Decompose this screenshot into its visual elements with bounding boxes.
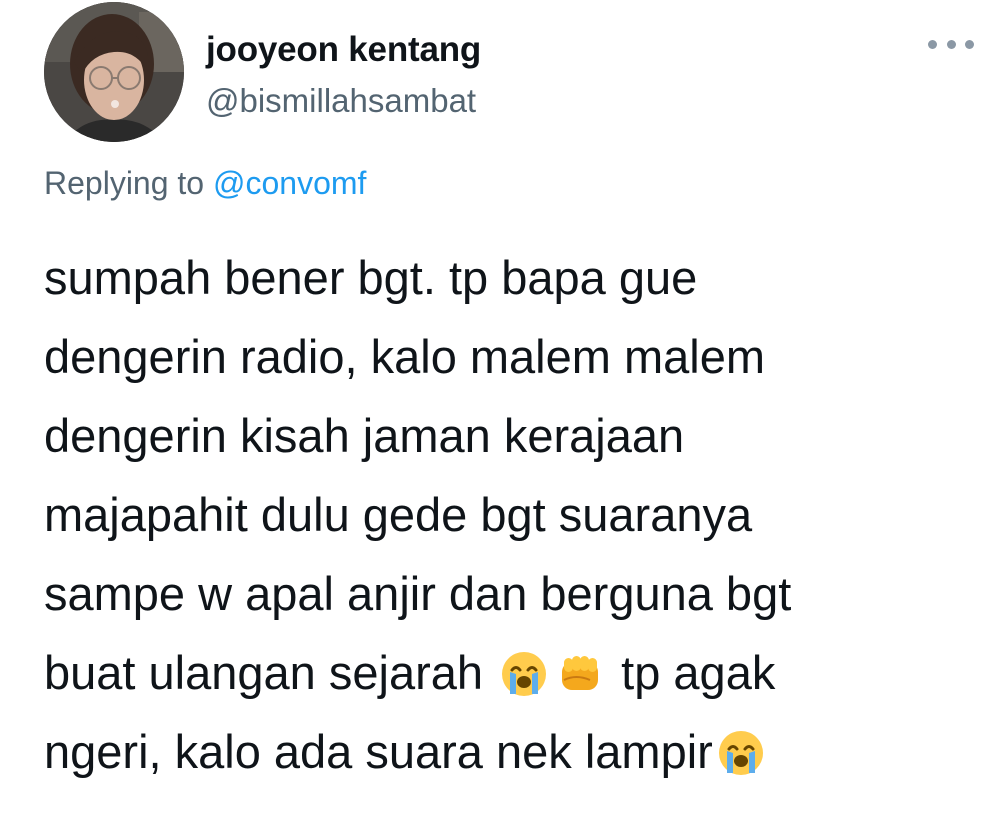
oncoming-fist-icon — [556, 650, 604, 698]
tweet-text: sumpah bener bgt. tp bapa gue dengerin r… — [44, 238, 974, 791]
replying-to-label: Replying to — [44, 165, 205, 201]
tweet-line-3: dengerin kisah jaman kerajaan — [44, 409, 685, 462]
tweet-line-4: majapahit dulu gede bgt suaranya — [44, 488, 753, 541]
tweet-line-7: ngeri, kalo ada suara nek lampir — [44, 725, 713, 778]
tweet-line-6-start: buat ulangan sejarah — [44, 646, 484, 699]
tweet-line-2: dengerin radio, kalo malem malem — [44, 330, 765, 383]
tweet: jooyeon kentang @bismillahsambat Replyin… — [0, 0, 1000, 826]
loudly-crying-face-icon — [500, 650, 548, 698]
tweet-line-6-end: tp agak — [621, 646, 776, 699]
reply-mention-link[interactable]: @convomf — [213, 165, 366, 201]
display-name[interactable]: jooyeon kentang — [206, 30, 481, 70]
loudly-crying-face-icon — [717, 729, 765, 777]
avatar[interactable] — [44, 2, 184, 142]
tweet-line-1: sumpah bener bgt. tp bapa gue — [44, 251, 698, 304]
more-options-icon[interactable] — [928, 30, 974, 58]
user-handle[interactable]: @bismillahsambat — [206, 82, 476, 120]
tweet-line-5: sampe w apal anjir dan berguna bgt — [44, 567, 792, 620]
replying-to: Replying to @convomf — [44, 165, 366, 202]
